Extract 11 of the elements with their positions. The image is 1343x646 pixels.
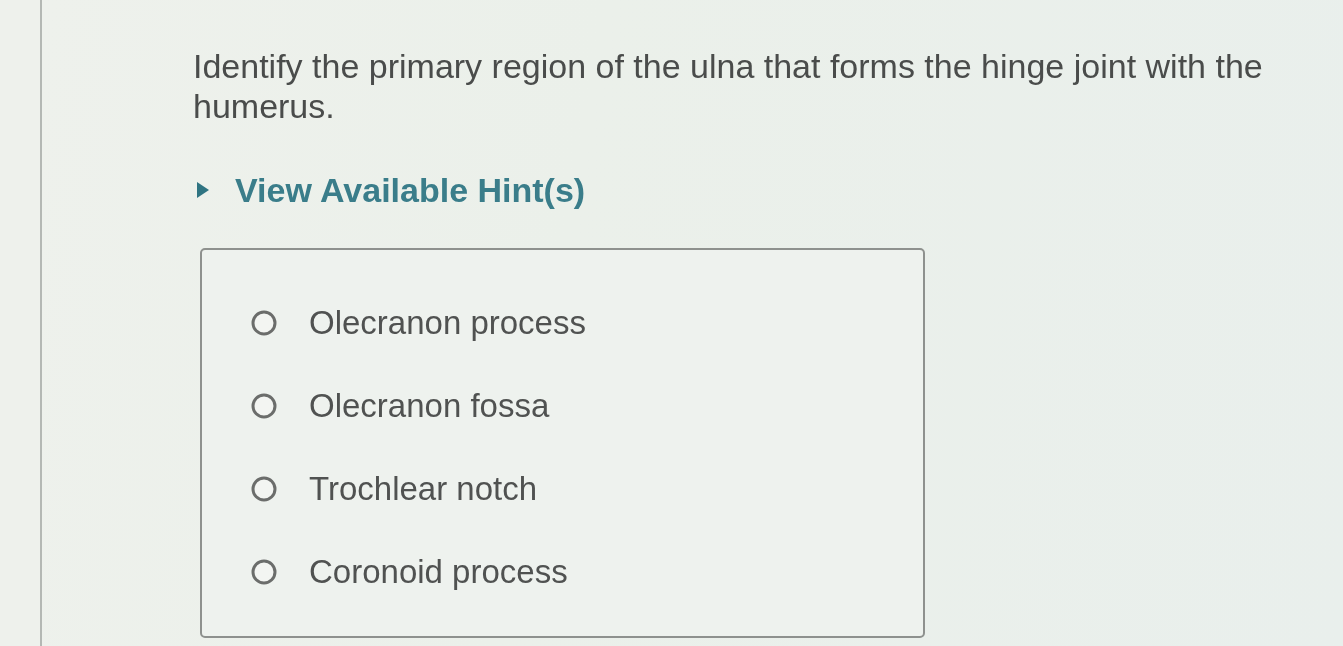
radio-button[interactable] bbox=[251, 559, 277, 585]
option-label[interactable]: Trochlear notch bbox=[309, 469, 538, 509]
radio-button[interactable] bbox=[251, 393, 277, 419]
caret-icon bbox=[197, 182, 209, 198]
radio-button[interactable] bbox=[251, 476, 277, 502]
option-label[interactable]: Coronoid process bbox=[309, 552, 568, 592]
option-label[interactable]: Olecranon process bbox=[309, 303, 586, 343]
option-label[interactable]: Olecranon fossa bbox=[309, 386, 550, 426]
radio-button[interactable] bbox=[251, 310, 277, 336]
question-text: Identify the primary region of the ulna that forms the hinge joint with the humerus. bbox=[193, 46, 1264, 126]
view-hints-toggle[interactable]: View Available Hint(s) bbox=[197, 170, 586, 210]
